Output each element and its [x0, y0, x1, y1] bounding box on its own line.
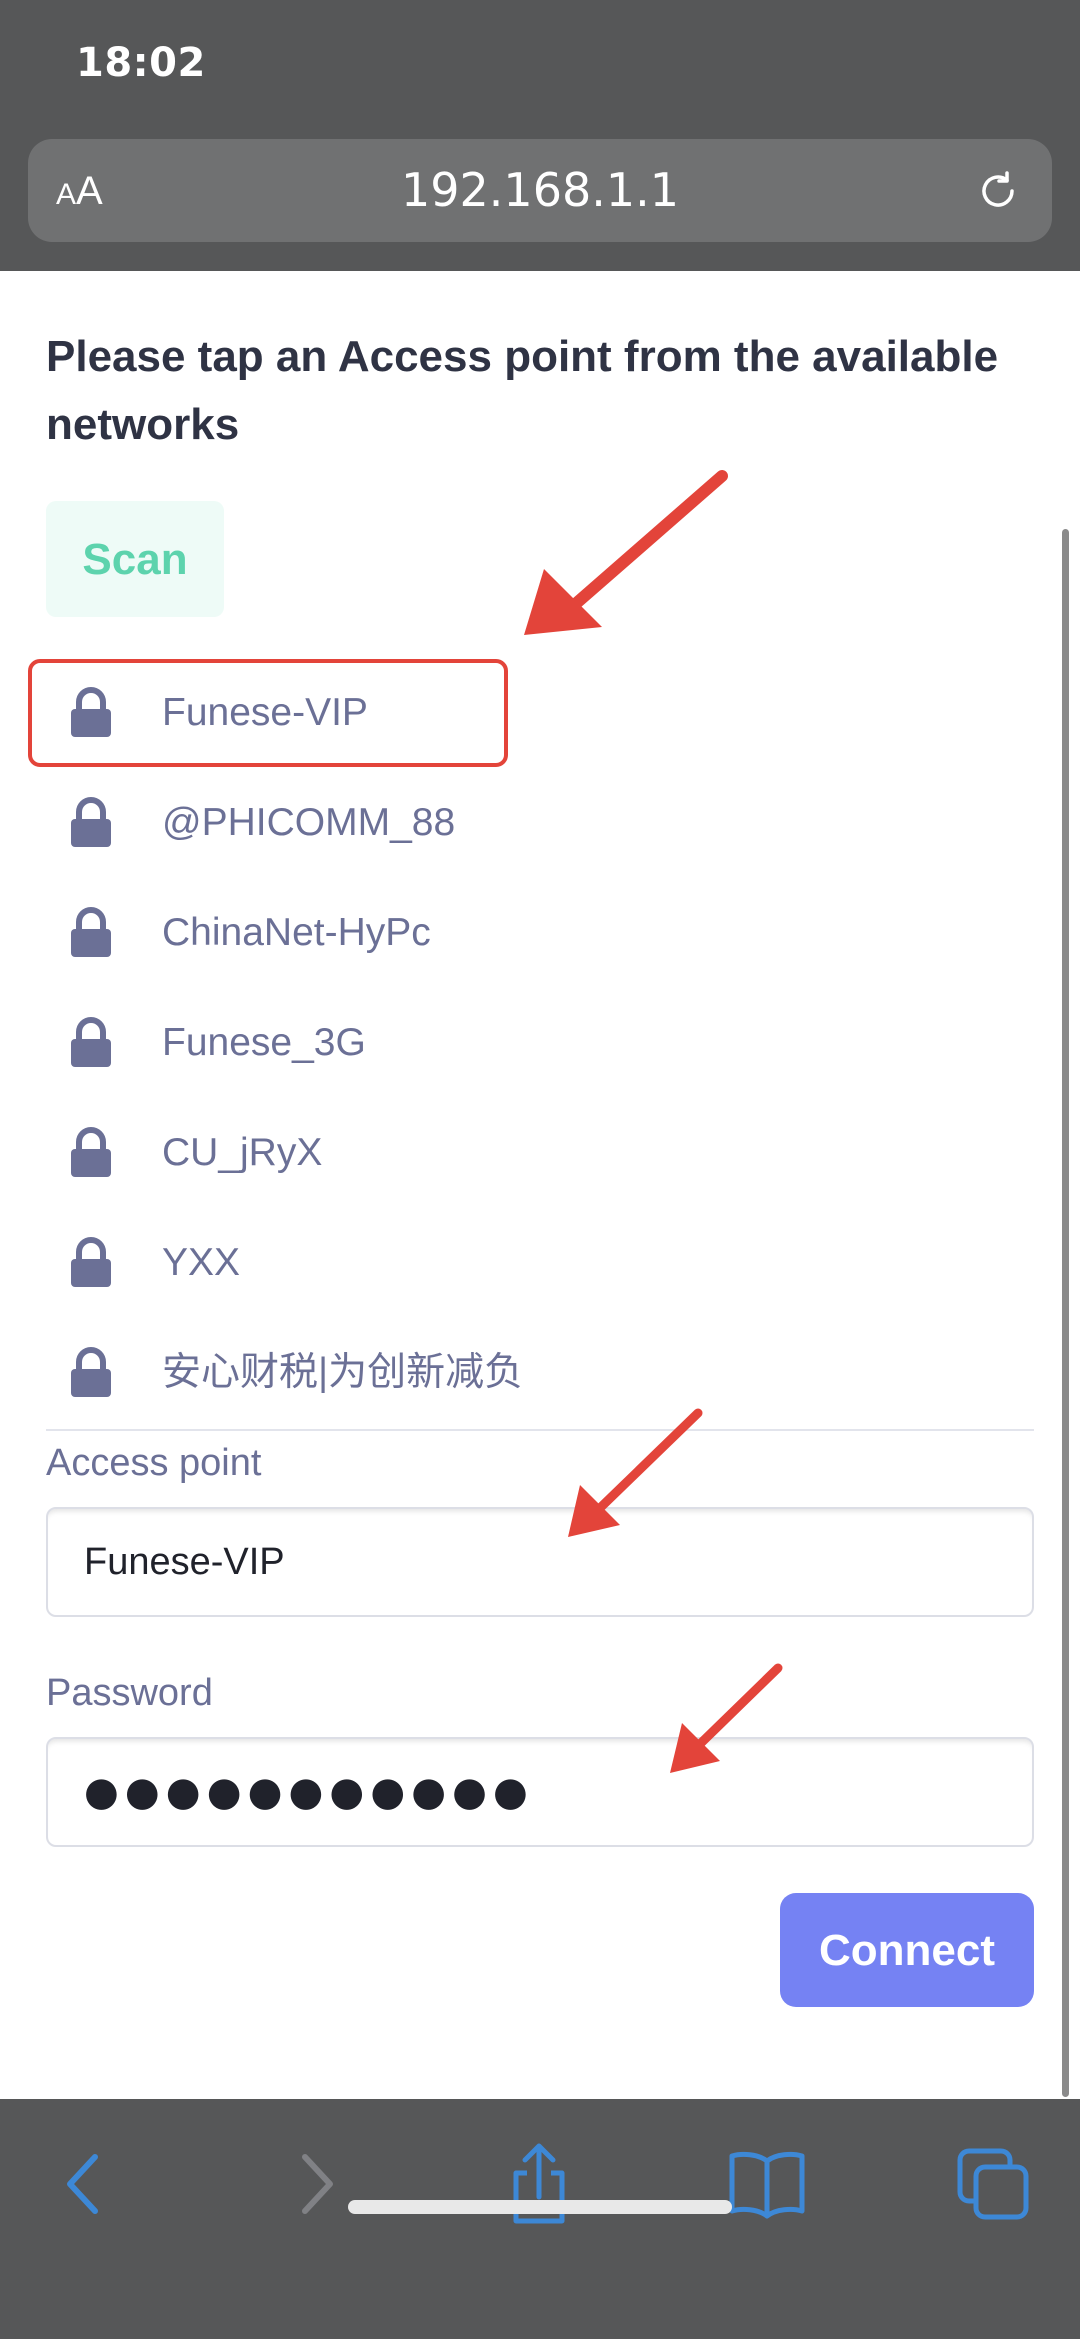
network-ssid: Funese_3G [162, 1021, 366, 1064]
network-item[interactable]: YXX [28, 1209, 508, 1317]
tabs-icon[interactable] [948, 2139, 1038, 2229]
back-icon[interactable] [40, 2139, 130, 2229]
lock-icon [71, 1347, 111, 1397]
forward-icon[interactable] [270, 2139, 360, 2229]
url-text[interactable]: 192.168.1.1 [28, 161, 1052, 219]
lock-icon [71, 1127, 111, 1177]
address-bar[interactable]: AA 192.168.1.1 [28, 139, 1052, 242]
share-icon[interactable] [494, 2139, 584, 2229]
lock-icon [71, 687, 111, 737]
network-ssid: 安心财税|为创新减负 [162, 1351, 524, 1394]
scan-button[interactable]: Scan [46, 501, 224, 617]
status-time: 18:02 [76, 40, 206, 86]
annotation-arrow-network [524, 470, 728, 635]
list-divider [46, 1429, 1034, 1431]
browser-bottom-toolbar [0, 2099, 1080, 2339]
bookmarks-icon[interactable] [722, 2139, 812, 2229]
page-heading: Please tap an Access point from the avai… [46, 332, 999, 449]
access-point-input[interactable] [46, 1507, 1034, 1617]
network-ssid: @PHICOMM_88 [162, 801, 456, 844]
network-ssid: Funese-VIP [162, 691, 368, 734]
network-item[interactable]: ChinaNet-HyPc [28, 879, 508, 987]
connect-button[interactable]: Connect [780, 1893, 1034, 2007]
access-point-label: Access point [46, 1442, 262, 1484]
home-indicator [348, 2200, 732, 2214]
lock-icon [71, 907, 111, 957]
network-item[interactable]: 安心财税|为创新减负 [28, 1319, 523, 1427]
password-label: Password [46, 1672, 213, 1714]
network-ssid: YXX [162, 1241, 241, 1284]
network-ssid: ChinaNet-HyPc [162, 911, 431, 954]
lock-icon [71, 1017, 111, 1067]
reload-icon[interactable] [974, 167, 1022, 215]
network-item[interactable]: Funese_3G [28, 989, 508, 1097]
network-item[interactable]: @PHICOMM_88 [28, 769, 508, 877]
password-input[interactable] [46, 1737, 1034, 1847]
network-item[interactable]: CU_jRyX [28, 1099, 508, 1207]
page-content: Please tap an Access point from the avai… [0, 271, 1080, 2099]
lock-icon [71, 797, 111, 847]
network-ssid: CU_jRyX [162, 1131, 323, 1174]
scrollbar[interactable] [1062, 529, 1069, 2097]
phone-screen: 18:02 AA 192.168.1.1 Please tap an Acces… [0, 0, 1080, 2339]
browser-top-bar: 18:02 AA 192.168.1.1 [0, 0, 1080, 271]
lock-icon [71, 1237, 111, 1287]
network-item[interactable]: Funese-VIP [28, 659, 508, 767]
